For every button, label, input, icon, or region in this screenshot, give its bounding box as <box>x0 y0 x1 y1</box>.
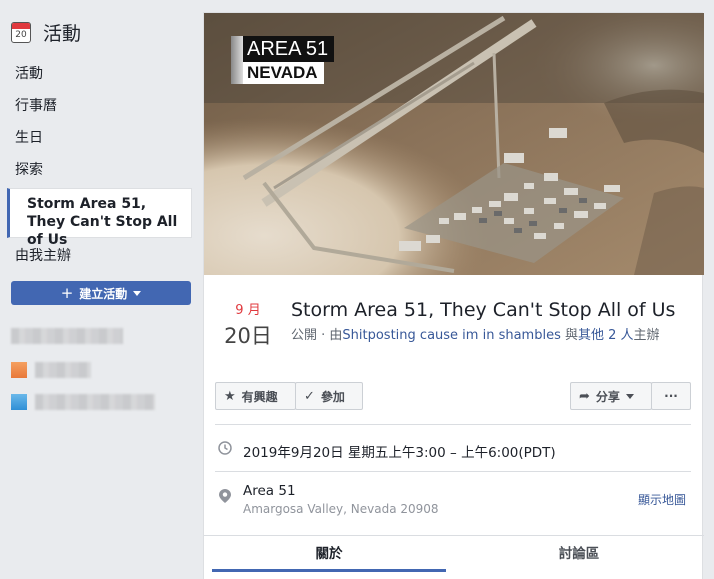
host-link[interactable]: Shitposting cause im in shambles <box>342 328 560 343</box>
sidebar-item-calendar[interactable]: 行事曆 <box>5 90 192 122</box>
divider <box>215 471 691 472</box>
meta-host-suffix: 主辦 <box>633 328 660 343</box>
overlay-line-2: NEVADA <box>231 62 324 84</box>
plus-icon: + <box>60 284 74 302</box>
map-pin-icon <box>215 483 235 516</box>
event-meta: 公開 · 由Shitposting cause im in shambles 與… <box>291 326 691 345</box>
going-button[interactable]: ✓ 參加 <box>295 382 363 410</box>
location-address: Amargosa Valley, Nevada 20908 <box>243 502 439 516</box>
event-privacy: 公開 · 由 <box>291 328 343 343</box>
tab-about[interactable]: 關於 <box>204 536 454 579</box>
blurred-text <box>35 362 91 378</box>
star-icon: ★ <box>224 388 236 404</box>
tab-discussion[interactable]: 討論區 <box>454 536 704 579</box>
sidebar-item-current-event[interactable]: Storm Area 51, They Can't Stop All of Us <box>7 188 192 248</box>
share-arrow-icon: ➦ <box>579 388 590 404</box>
chevron-down-icon <box>625 393 634 399</box>
more-button[interactable]: ··· <box>651 382 691 410</box>
location-name[interactable]: Area 51 <box>243 483 439 499</box>
blurred-item[interactable] <box>11 394 155 410</box>
sidebar-item-events[interactable]: 活動 <box>5 58 192 90</box>
chevron-down-icon <box>133 290 142 296</box>
clock-icon <box>215 441 235 461</box>
overlay-line-1: AREA 51 <box>231 36 335 62</box>
area51-overlay-label: AREA 51 NEVADA <box>231 36 335 84</box>
orange-icon <box>11 362 27 378</box>
calendar-icon: 20 <box>11 21 31 43</box>
share-label: 分享 <box>595 389 620 404</box>
event-title: Storm Area 51, They Can't Stop All of Us <box>291 299 676 321</box>
blurred-item[interactable] <box>11 328 123 344</box>
going-label: 參加 <box>320 389 345 404</box>
location-row: Area 51 Amargosa Valley, Nevada 20908 <box>215 483 691 516</box>
sidebar-header: 20 活動 <box>11 17 81 47</box>
event-card: AREA 51 NEVADA 9 月 20日 Storm Area 51, Th… <box>203 12 704 579</box>
event-tabs: 關於 討論區 <box>204 535 704 579</box>
interested-button[interactable]: ★ 有興趣 <box>215 382 296 410</box>
datetime-row: 2019年9月20日 星期五上午3:00 – 上午6:00(PDT) <box>215 441 691 461</box>
interested-label: 有興趣 <box>241 389 278 404</box>
blue-icon <box>11 394 27 410</box>
show-map-link[interactable]: 顯示地圖 <box>638 491 686 508</box>
create-event-label: 建立活動 <box>79 286 128 301</box>
others-link[interactable]: 其他 2 人 <box>578 328 634 343</box>
sidebar-item-birthdays[interactable]: 生日 <box>5 122 192 154</box>
blurred-text <box>35 394 155 410</box>
sidebar: 20 活動 活動 行事曆 生日 探索 Storm Area 51, They C… <box>0 0 200 579</box>
sidebar-item-hosting[interactable]: 由我主辦 <box>5 240 192 272</box>
share-button[interactable]: ➦ 分享 <box>570 382 652 410</box>
event-datetime: 2019年9月20日 星期五上午3:00 – 上午6:00(PDT) <box>243 445 556 461</box>
date-month: 9 月 <box>235 303 261 318</box>
divider <box>215 424 691 425</box>
meta-and: 與 <box>560 328 578 343</box>
blurred-text <box>11 328 123 344</box>
create-event-button[interactable]: + 建立活動 <box>11 281 191 305</box>
more-icon: ··· <box>664 389 678 403</box>
sidebar-nav: 活動 行事曆 生日 探索 Storm Area 51, They Can't S… <box>5 58 192 272</box>
date-day: 20日 <box>224 324 272 348</box>
sidebar-title: 活動 <box>43 22 82 45</box>
check-icon: ✓ <box>304 388 315 404</box>
sidebar-item-discover[interactable]: 探索 <box>5 154 192 186</box>
blurred-item[interactable] <box>11 362 91 378</box>
cover-photo: AREA 51 NEVADA <box>204 13 704 275</box>
date-badge: 9 月 20日 <box>218 299 278 350</box>
